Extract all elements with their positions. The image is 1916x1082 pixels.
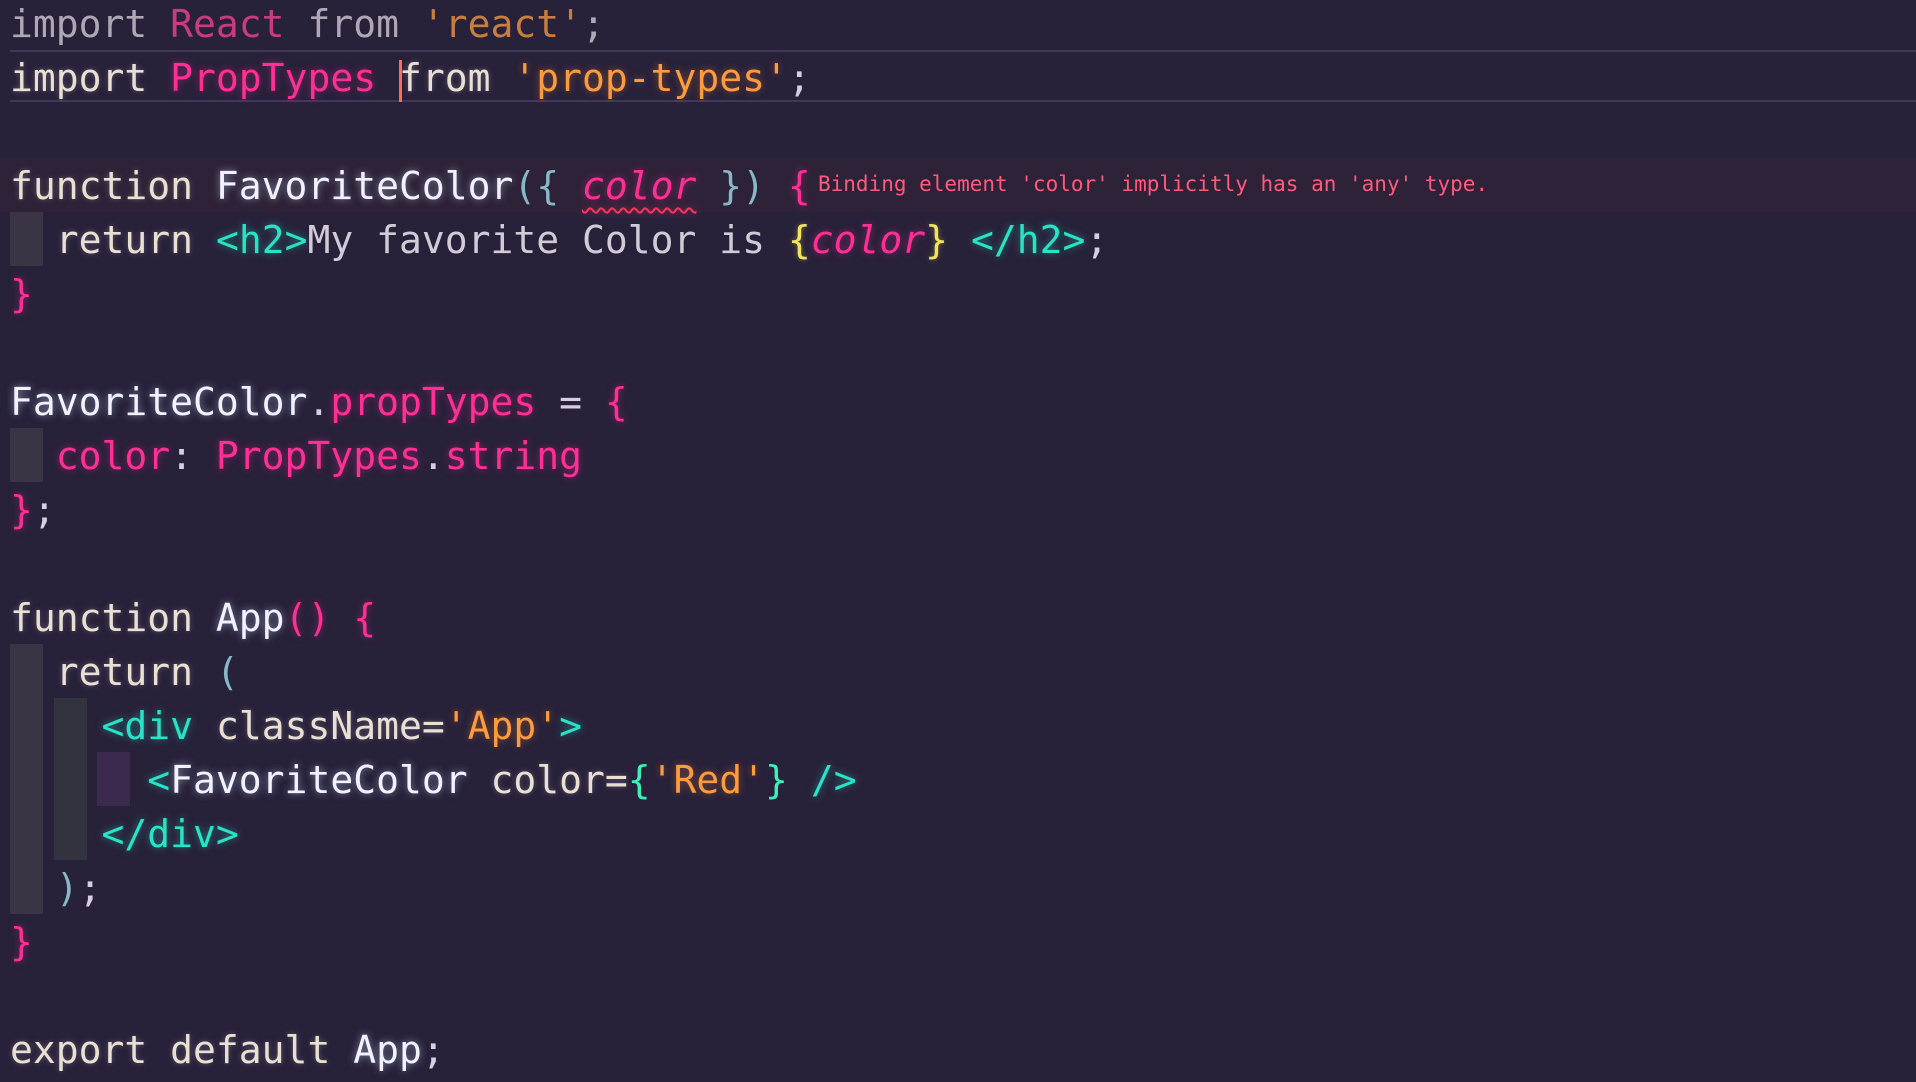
code-line-5[interactable]: return <h2>My favorite Color is {color} …: [10, 213, 1108, 267]
token-keyword: function: [10, 164, 194, 208]
token-punct: ;: [1085, 218, 1109, 262]
token-keyword: export: [10, 1028, 148, 1072]
token-punct: ;: [421, 1028, 445, 1072]
token-brace: {: [787, 218, 811, 262]
token-tag: </h2>: [970, 218, 1086, 262]
token-property: color: [55, 434, 171, 478]
code-line-20[interactable]: export default App;: [10, 1023, 445, 1077]
token-brace: }: [765, 758, 788, 802]
token-identifier: PropTypes: [170, 56, 377, 100]
token-brace: }: [10, 920, 33, 964]
code-line-15[interactable]: <FavoriteColor color={'Red'} />: [10, 753, 857, 807]
token-identifier: App: [353, 1028, 422, 1072]
token-tag: />: [787, 758, 857, 802]
code-line-10[interactable]: };: [10, 483, 56, 537]
code-line-14[interactable]: <div className='App'>: [10, 699, 582, 753]
code-line-17[interactable]: );: [10, 861, 102, 915]
token-string: 'App': [444, 704, 560, 748]
token-jsx-text: My favorite Color is: [307, 218, 788, 262]
token-component: FavoriteColor: [170, 758, 468, 802]
token-keyword: from: [307, 2, 399, 46]
token-tag: <: [147, 758, 171, 802]
code-line-2[interactable]: import PropTypes from 'prop-types';: [10, 51, 811, 105]
token-brace: }: [10, 272, 33, 316]
code-line-4[interactable]: function FavoriteColor({ color }) {: [10, 159, 811, 213]
code-line-13[interactable]: return (: [10, 645, 239, 699]
token-tag: >: [559, 704, 582, 748]
token-property: string: [444, 434, 582, 478]
token-punct: ): [55, 866, 79, 910]
token-punct: (: [215, 650, 239, 694]
token-tag: <: [101, 704, 125, 748]
token-punct: (): [284, 596, 331, 640]
token-brace: }: [10, 488, 33, 532]
token-attribute: color=: [490, 758, 628, 802]
token-string: 'Red': [650, 758, 766, 802]
token-keyword: return: [55, 650, 194, 694]
code-line-6[interactable]: }: [10, 267, 33, 321]
token-punct: ;: [787, 56, 811, 100]
token-identifier: color: [810, 218, 926, 262]
token-punct: .: [307, 380, 331, 424]
token-punct: .: [421, 434, 445, 478]
token-brace: }: [925, 218, 949, 262]
code-line-16[interactable]: </div>: [10, 807, 239, 861]
code-line-12[interactable]: function App() {: [10, 591, 376, 645]
code-editor[interactable]: import React from 'react'; import PropTy…: [0, 0, 1916, 1082]
token-identifier: PropTypes: [215, 434, 422, 478]
token-punct: ({: [513, 164, 582, 208]
token-property: propTypes: [330, 380, 537, 424]
token-keyword: from: [398, 56, 491, 100]
token-identifier: React: [170, 2, 285, 46]
token-attribute: className=: [215, 704, 445, 748]
token-brace: {: [627, 758, 651, 802]
code-line-9[interactable]: color: PropTypes.string: [10, 429, 582, 483]
token-punct: }): [696, 164, 788, 208]
token-brace: {: [787, 164, 811, 208]
token-punct: ;: [582, 2, 605, 46]
token-keyword: default: [170, 1028, 331, 1072]
code-line-18[interactable]: }: [10, 915, 33, 969]
token-function-name: FavoriteColor: [215, 164, 514, 208]
token-keyword: function: [10, 596, 194, 640]
token-tag: div: [124, 704, 194, 748]
token-brace: {: [604, 380, 628, 424]
token-string: 'prop-types': [513, 56, 788, 100]
token-tag: <h2>: [215, 218, 308, 262]
token-keyword: import: [10, 56, 148, 100]
token-brace: {: [353, 596, 377, 640]
token-punct: ;: [32, 488, 56, 532]
token-keyword: import: [10, 2, 148, 46]
token-param-error[interactable]: color: [582, 164, 696, 208]
token-operator: =: [536, 380, 605, 424]
token-punct: ;: [78, 866, 102, 910]
token-punct: :: [170, 434, 216, 478]
token-keyword: return: [55, 218, 194, 262]
token-string: 'react': [421, 2, 583, 46]
inline-error-message: Binding element 'color' implicitly has a…: [818, 172, 1489, 196]
token-tag: </div>: [101, 812, 239, 856]
token-function-name: App: [215, 596, 285, 640]
code-line-8[interactable]: FavoriteColor.propTypes = {: [10, 375, 628, 429]
code-line-1[interactable]: import React from 'react';: [10, 0, 605, 51]
token-function-name: FavoriteColor: [10, 380, 308, 424]
